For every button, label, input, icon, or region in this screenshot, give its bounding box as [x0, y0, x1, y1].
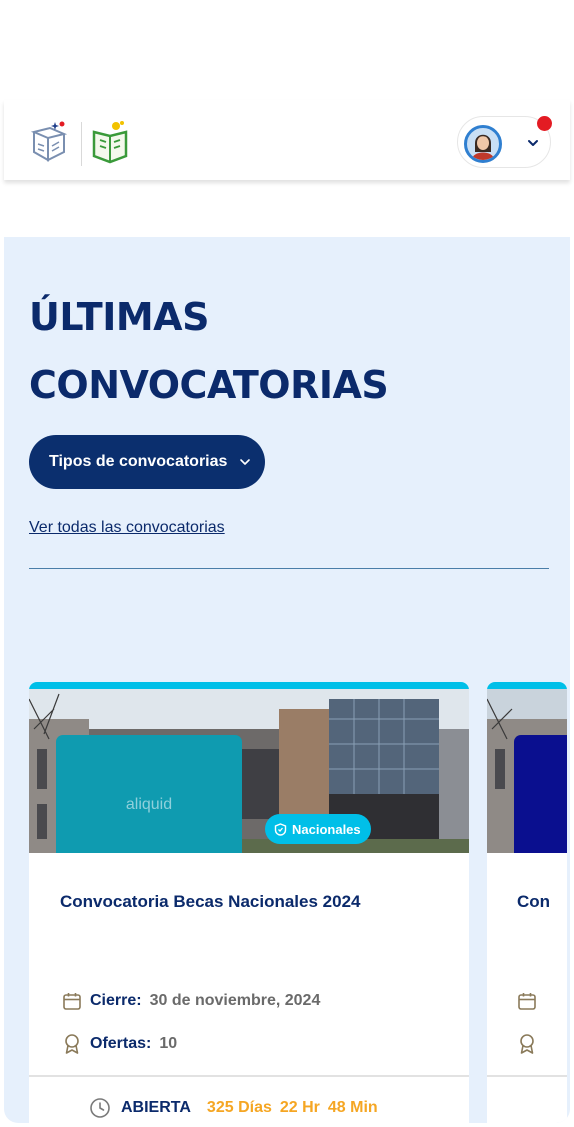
shield-icon	[274, 822, 287, 836]
countdown-minutes: 48 Min	[327, 1099, 378, 1116]
book-icon	[92, 121, 128, 164]
ballot-box-icon	[30, 121, 68, 162]
closing-label: Cierre:	[90, 992, 142, 1009]
card-title[interactable]: Con	[517, 892, 567, 912]
notification-dot	[537, 116, 552, 131]
chevron-down-icon	[240, 459, 251, 465]
user-menu[interactable]	[457, 116, 552, 168]
countdown-hours: 22 Hr	[279, 1099, 320, 1116]
card-image	[487, 689, 567, 853]
see-all-calls-link[interactable]: Ver todas las convocatorias	[29, 519, 225, 537]
card-title[interactable]: Convocatoria Becas Nacionales 2024	[60, 892, 460, 912]
calendar-icon	[63, 993, 81, 1010]
offers-value: 10	[159, 1035, 178, 1052]
user-avatar[interactable]	[464, 125, 502, 163]
section-divider	[29, 568, 549, 569]
education-logo[interactable]	[90, 118, 130, 166]
card-accent-bar	[29, 682, 469, 689]
offers-row: Ofertas: 10	[62, 1031, 177, 1057]
card-thumbnail: aliquid	[56, 735, 242, 853]
card-separator	[29, 1075, 469, 1077]
top-header	[4, 100, 570, 180]
clock-icon	[90, 1098, 110, 1118]
call-card[interactable]: aliquid Nacionales Convocatoria Becas Na…	[29, 682, 469, 1123]
countdown-days: 325 Días	[206, 1099, 272, 1116]
card-accent-bar	[487, 682, 567, 689]
ministry-logo[interactable]	[26, 118, 70, 164]
award-icon	[65, 1034, 79, 1054]
logo-divider	[81, 122, 82, 166]
closing-date-row	[517, 988, 537, 1014]
category-badge: Nacionales	[265, 814, 371, 844]
title-line-1: ÚLTIMAS	[29, 295, 209, 339]
offers-label: Ofertas:	[90, 1035, 152, 1052]
closing-value: 30 de noviembre, 2024	[149, 992, 321, 1009]
badge-label: Nacionales	[292, 821, 361, 837]
calendar-icon	[518, 993, 536, 1010]
thumbnail-text: aliquid	[125, 796, 173, 813]
chevron-down-icon	[528, 140, 538, 146]
card-separator	[487, 1075, 567, 1077]
latest-calls-section: ÚLTIMAS CONVOCATORIAS Tipos de convocato…	[4, 237, 570, 1123]
status-label: ABIERTA	[121, 1099, 191, 1116]
offers-row	[517, 1031, 537, 1057]
section-title: ÚLTIMAS CONVOCATORIAS	[29, 283, 529, 419]
call-card-next[interactable]: Con	[487, 682, 567, 1123]
card-thumbnail	[514, 735, 567, 853]
card-image: aliquid Nacionales	[29, 689, 469, 853]
closing-date-row: Cierre: 30 de noviembre, 2024	[62, 988, 320, 1014]
title-line-2: CONVOCATORIAS	[29, 363, 389, 407]
call-types-label: Tipos de convocatorias	[49, 453, 228, 470]
award-icon	[520, 1034, 534, 1054]
status-countdown: ABIERTA 325 Días 22 Hr 48 Min	[89, 1093, 378, 1123]
call-types-dropdown-button[interactable]: Tipos de convocatorias	[29, 435, 265, 489]
